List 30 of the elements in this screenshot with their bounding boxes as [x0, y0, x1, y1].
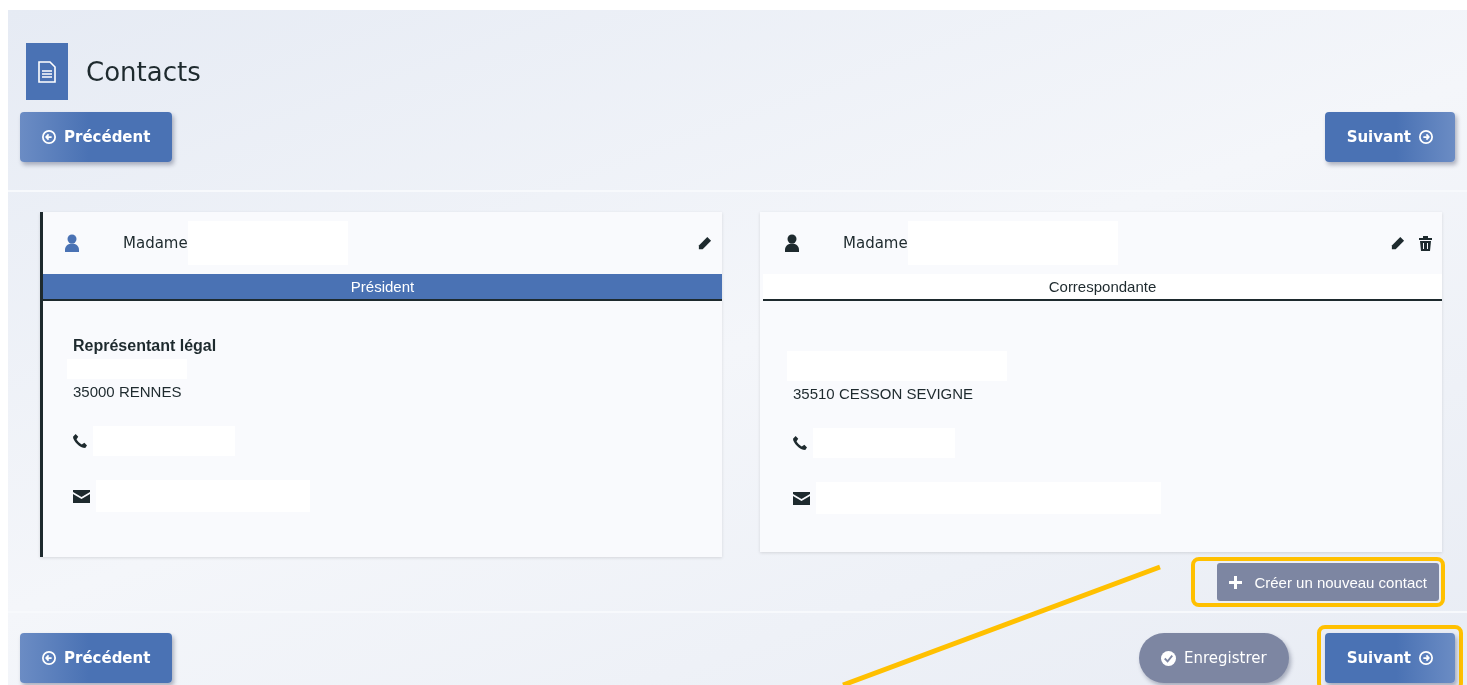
edit-icon[interactable]	[1390, 235, 1405, 251]
check-circle-icon	[1160, 650, 1176, 666]
previous-button[interactable]: Précédent	[20, 112, 173, 162]
create-contact-button[interactable]: Créer un nouveau contact	[1217, 563, 1439, 601]
role-label: Correspondante	[763, 274, 1442, 301]
contact-civility: Madame	[843, 234, 908, 252]
envelope-icon	[793, 491, 810, 505]
edit-icon[interactable]	[697, 235, 712, 251]
city-line: 35510 CESSON SEVIGNE	[793, 385, 975, 402]
left-arrow-circle-icon	[42, 651, 56, 665]
page-title: Contacts	[86, 56, 201, 87]
trash-icon[interactable]	[1419, 235, 1432, 251]
phone-icon	[73, 434, 87, 448]
left-arrow-circle-icon	[42, 130, 56, 144]
person-icon	[785, 234, 799, 252]
person-icon	[65, 234, 79, 252]
document-icon	[26, 43, 68, 100]
save-button[interactable]: Enregistrer	[1138, 633, 1289, 683]
envelope-icon	[73, 489, 90, 503]
role-label: Président	[43, 274, 722, 301]
contact-civility: Madame	[123, 234, 188, 252]
next-button[interactable]: Suivant	[1324, 112, 1455, 162]
contact-heading: Représentant légal	[73, 337, 218, 355]
phone-icon	[793, 436, 807, 450]
right-arrow-circle-icon	[1419, 130, 1433, 144]
next-button[interactable]: Suivant	[1324, 633, 1455, 683]
city-line: 35000 RENNES	[73, 383, 183, 400]
right-arrow-circle-icon	[1419, 651, 1433, 665]
plus-icon	[1229, 575, 1243, 589]
previous-button[interactable]: Précédent	[20, 633, 173, 683]
